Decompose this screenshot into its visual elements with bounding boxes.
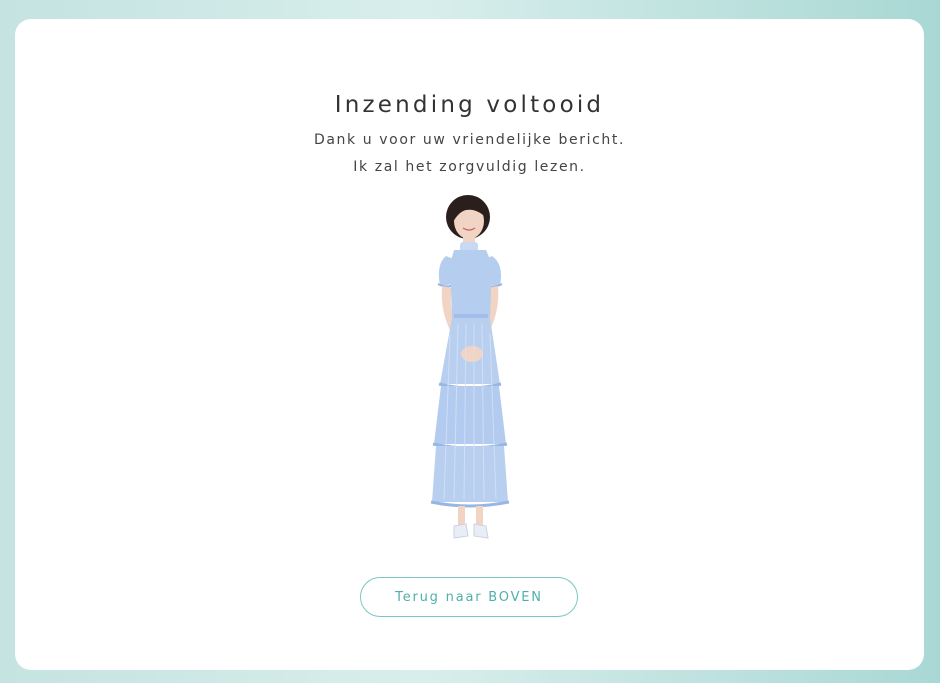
woman-in-blue-dress-illustration [410,194,532,542]
page-title: Inzending voltooid [334,92,605,118]
completion-card: Inzending voltooid Dank u voor uw vriend… [15,19,924,670]
thank-you-message: Dank u voor uw vriendelijke bericht. Ik … [15,127,924,181]
message-line-2: Ik zal het zorgvuldig lezen. [353,159,586,175]
message-line-1: Dank u voor uw vriendelijke bericht. [313,132,626,148]
back-to-top-button[interactable]: Terug naar BOVEN [360,577,578,617]
